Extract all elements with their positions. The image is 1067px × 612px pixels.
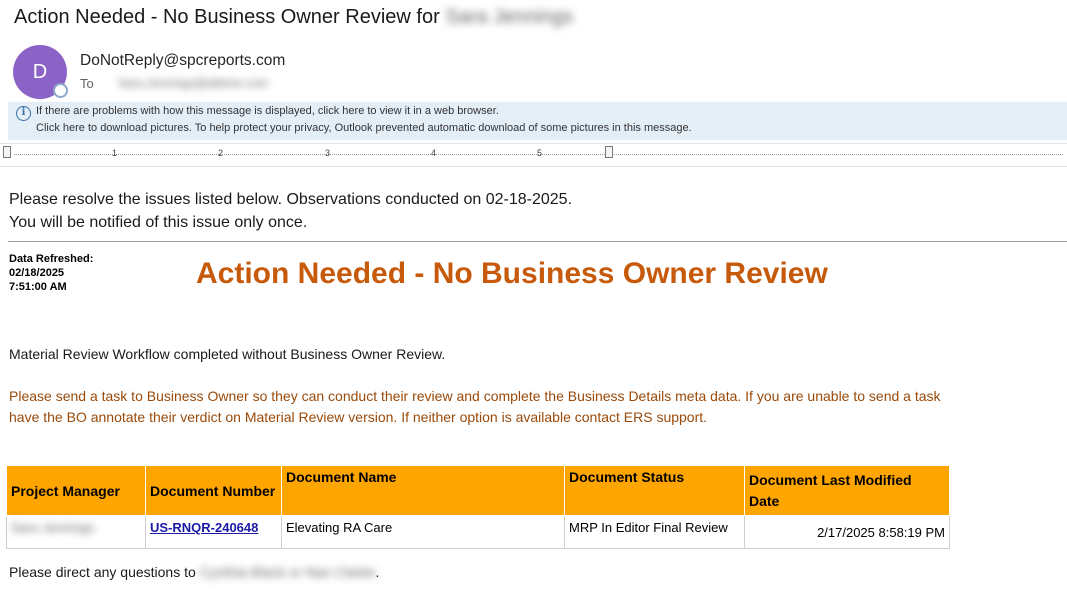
header-document-number: Document Number bbox=[145, 465, 282, 516]
ruler-right-indent-marker[interactable] bbox=[605, 146, 613, 158]
table-row: Sara Jennings US-RNQR-240648 Elevating R… bbox=[6, 515, 950, 549]
header-project-manager: Project Manager bbox=[6, 465, 146, 516]
ruler-number: 1 bbox=[112, 148, 118, 158]
closing-suffix: . bbox=[375, 564, 380, 580]
refresh-date: 02/18/2025 bbox=[9, 267, 65, 279]
refresh-label: Data Refreshed: bbox=[9, 253, 94, 265]
ruler-number: 2 bbox=[218, 148, 224, 158]
email-subject: Action Needed - No Business Owner Review… bbox=[14, 6, 573, 29]
cell-document-number: US-RNQR-240648 bbox=[145, 515, 282, 549]
subject-recipient-name: Sara Jennings bbox=[445, 6, 574, 28]
cell-last-modified: 2/17/2025 8:58:19 PM bbox=[744, 515, 950, 549]
info-icon: i bbox=[16, 106, 31, 121]
ruler-number: 5 bbox=[537, 148, 543, 158]
workflow-message: Material Review Workflow completed witho… bbox=[9, 346, 446, 362]
header-last-modified: Document Last Modified Date bbox=[744, 465, 950, 516]
refresh-time: 7:51:00 AM bbox=[9, 281, 67, 293]
download-pictures-link[interactable]: Click here to download pictures. To help… bbox=[36, 122, 692, 134]
presence-status-icon bbox=[53, 83, 68, 98]
intro-line-2: You will be notified of this issue only … bbox=[9, 214, 308, 231]
ruler-number: 3 bbox=[325, 148, 331, 158]
document-number-link[interactable]: US-RNQR-240648 bbox=[150, 520, 258, 535]
ruler: 1 2 3 4 5 bbox=[0, 143, 1067, 167]
divider bbox=[8, 241, 1067, 242]
to-label: To bbox=[80, 76, 94, 91]
subject-text: Action Needed - No Business Owner Review… bbox=[14, 6, 440, 28]
instructions-message: Please send a task to Business Owner so … bbox=[9, 388, 941, 425]
ruler-left-indent-marker[interactable] bbox=[3, 146, 11, 158]
closing-line: Please direct any questions to Cynthia B… bbox=[9, 564, 379, 580]
intro-line-1: Please resolve the issues listed below. … bbox=[9, 191, 573, 208]
contact-names: Cynthia Black or Nan Clarke bbox=[199, 564, 376, 580]
cell-document-name: Elevating RA Care bbox=[281, 515, 565, 549]
to-recipient[interactable]: Sara.Jennings@abbvie.com bbox=[118, 76, 268, 90]
header-document-name: Document Name bbox=[281, 465, 565, 516]
info-bar: i If there are problems with how this me… bbox=[8, 102, 1067, 140]
header-document-status: Document Status bbox=[564, 465, 745, 516]
ruler-number: 4 bbox=[431, 148, 437, 158]
table-header-row: Project Manager Document Number Document… bbox=[6, 465, 950, 516]
project-manager-name: Sara Jennings bbox=[11, 520, 95, 535]
cell-document-status: MRP In Editor Final Review bbox=[564, 515, 745, 549]
view-in-browser-link[interactable]: If there are problems with how this mess… bbox=[36, 105, 499, 117]
documents-table: Project Manager Document Number Document… bbox=[6, 465, 950, 549]
data-refreshed-block: Data Refreshed: 02/18/2025 7:51:00 AM bbox=[9, 252, 93, 294]
report-title: Action Needed - No Business Owner Review bbox=[196, 257, 828, 290]
closing-prefix: Please direct any questions to bbox=[9, 564, 196, 580]
cell-project-manager: Sara Jennings bbox=[6, 515, 146, 549]
sender-address[interactable]: DoNotReply@spcreports.com bbox=[80, 52, 285, 70]
